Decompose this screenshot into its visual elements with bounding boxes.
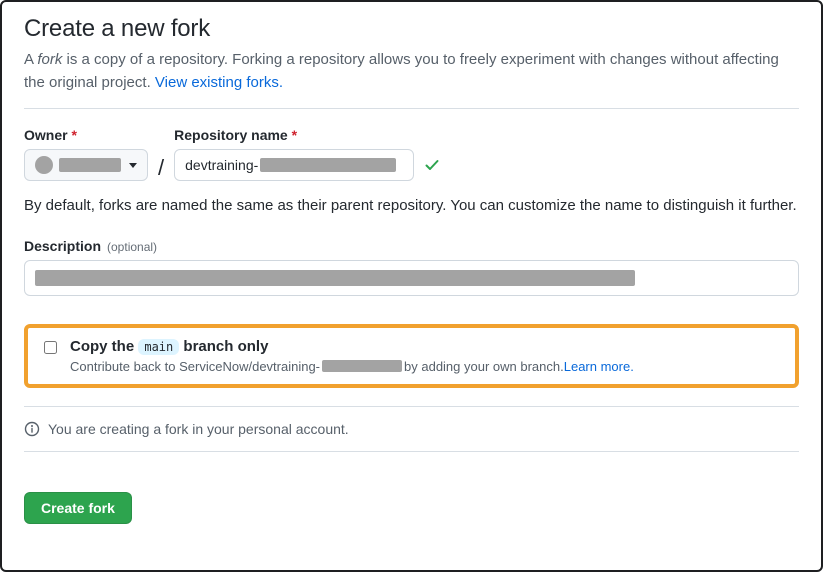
view-existing-forks-link[interactable]: View existing forks. <box>155 74 283 91</box>
create-fork-button[interactable]: Create fork <box>24 492 132 524</box>
page-title: Create a new fork <box>24 15 799 43</box>
repo-name-label: Repository name * <box>174 127 440 143</box>
copy-branch-section-highlight: Copy the main branch only Contribute bac… <box>24 324 799 388</box>
copy-main-branch-checkbox[interactable] <box>44 341 57 354</box>
description-label: Description <box>24 238 101 254</box>
description-value-redacted <box>35 270 635 286</box>
repo-name-input[interactable]: devtraining- <box>174 149 414 181</box>
chevron-down-icon <box>129 163 137 168</box>
repo-name-note: By default, forks are named the same as … <box>24 195 799 218</box>
check-icon <box>424 157 440 173</box>
learn-more-link[interactable]: Learn more. <box>564 359 634 374</box>
divider <box>24 406 799 407</box>
owner-name-redacted <box>59 158 121 172</box>
copy-branch-subtext: Contribute back to ServiceNow/devtrainin… <box>70 359 634 374</box>
divider <box>24 451 799 452</box>
intro-text: A fork is a copy of a repository. Forkin… <box>24 49 799 94</box>
repo-suffix-redacted <box>322 360 402 372</box>
personal-account-info: You are creating a fork in your personal… <box>48 421 349 437</box>
divider <box>24 108 799 109</box>
avatar <box>35 156 53 174</box>
repo-name-redacted <box>260 158 396 172</box>
description-input[interactable] <box>24 260 799 296</box>
owner-repo-separator: / <box>158 155 164 181</box>
copy-main-branch-label: Copy the main branch only <box>70 338 634 356</box>
owner-label: Owner * <box>24 127 148 143</box>
branch-chip: main <box>138 339 179 355</box>
owner-dropdown[interactable] <box>24 149 148 181</box>
optional-label: (optional) <box>107 240 157 254</box>
info-icon <box>24 421 40 437</box>
